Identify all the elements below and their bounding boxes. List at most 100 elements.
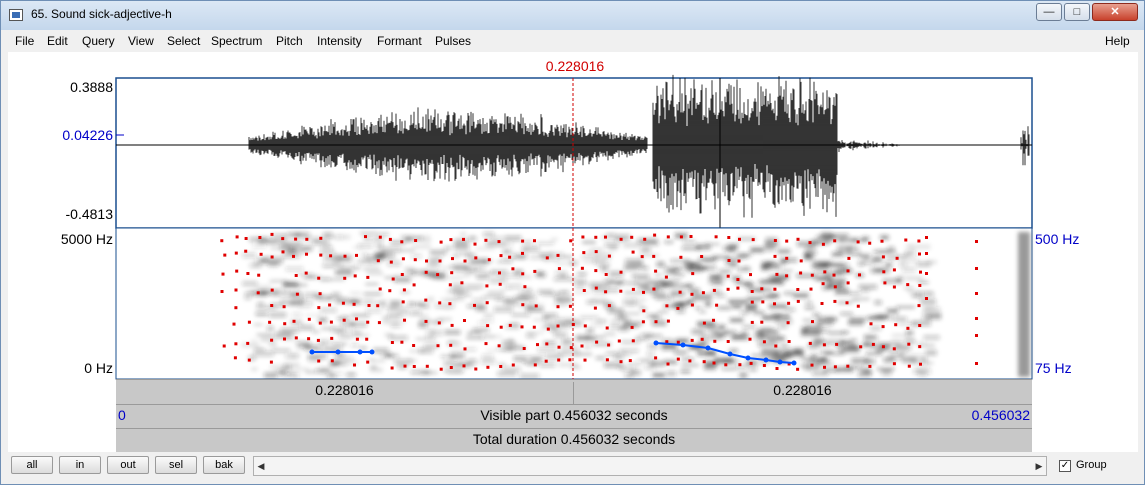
spectrogram-cell <box>583 344 592 349</box>
spectrogram-cell <box>851 298 861 301</box>
spectrogram-cell <box>576 336 596 341</box>
formant-dot <box>787 301 791 305</box>
formant-dot <box>604 290 608 294</box>
spectrogram-cell <box>517 275 533 280</box>
menu-intensity[interactable]: Intensity <box>317 34 362 48</box>
total-duration-bar[interactable]: Total duration 0.456032 seconds <box>116 428 1032 452</box>
spectrogram-cell <box>617 280 624 286</box>
zoom-in-button[interactable]: in <box>59 456 101 474</box>
spectrogram-cell <box>712 281 723 285</box>
spectrogram-cell <box>589 282 609 288</box>
spectrogram-cell <box>428 260 439 267</box>
spectrogram-cell <box>753 311 765 315</box>
spectrogram-cell <box>784 292 794 295</box>
formant-dot <box>883 281 887 285</box>
formant-dot <box>676 340 680 344</box>
formant-dot <box>498 271 501 275</box>
menu-pulses[interactable]: Pulses <box>435 34 471 48</box>
visible-end-time: 0.456032 <box>971 407 1030 423</box>
formant-dot <box>652 287 656 291</box>
spectrogram-cell <box>740 311 749 315</box>
menu-file[interactable]: File <box>15 34 34 48</box>
formant-dot <box>400 240 404 244</box>
spectrogram-cell <box>312 330 320 334</box>
formant-dot <box>868 241 872 245</box>
spectrogram-cell <box>277 288 285 293</box>
zoom-all-button[interactable]: all <box>11 456 53 474</box>
formant-dot <box>508 255 512 259</box>
menu-help[interactable]: Help <box>1105 34 1130 48</box>
menu-select[interactable]: Select <box>167 34 200 48</box>
menu-formant[interactable]: Formant <box>377 34 422 48</box>
spectrogram-cell <box>830 234 849 237</box>
spectrogram-cell <box>729 318 744 323</box>
formant-dot <box>292 319 296 323</box>
pitch-point <box>309 349 315 355</box>
formant-dot <box>473 303 476 307</box>
menu-query[interactable]: Query <box>82 34 115 48</box>
formant-dot <box>642 290 645 294</box>
spectrogram-cell <box>845 252 861 256</box>
selection-time-bar[interactable]: 0.228016 0.228016 <box>116 379 1032 405</box>
zoom-out-button[interactable]: out <box>107 456 149 474</box>
spectrogram-cell <box>697 350 716 356</box>
title-bar[interactable]: 65. Sound sick-adjective-h — □ ✕ <box>1 1 1144 30</box>
zoom-back-button[interactable]: bak <box>203 456 245 474</box>
spectrogram-cell <box>866 352 883 355</box>
spectrogram-cell <box>468 269 477 276</box>
horizontal-scrollbar[interactable]: ◀ ▶ <box>253 456 1047 476</box>
spectrogram-cell <box>299 325 314 330</box>
formant-dot <box>712 361 716 365</box>
formant-dot <box>343 276 347 280</box>
formant-dot <box>833 299 837 303</box>
spectrogram-cell <box>881 369 892 376</box>
spectrogram-cell <box>497 371 517 377</box>
formant-dot <box>762 340 766 344</box>
spectrogram-cell <box>768 275 788 280</box>
formant-dot <box>534 304 538 308</box>
pitch-point <box>369 349 375 355</box>
zoom-selection-button[interactable]: sel <box>155 456 197 474</box>
formant-dot <box>244 237 248 240</box>
scroll-right-icon[interactable]: ▶ <box>1032 457 1046 475</box>
spectrogram-cell <box>886 308 898 313</box>
spectrogram-cell <box>370 367 383 373</box>
formant-dot <box>773 239 777 242</box>
scroll-left-icon[interactable]: ◀ <box>254 457 268 475</box>
formant-dot <box>775 272 779 276</box>
visible-part-bar[interactable]: 0 Visible part 0.456032 seconds 0.456032 <box>116 404 1032 428</box>
spectrogram-cell <box>351 314 370 317</box>
spectrogram-cell <box>561 339 572 345</box>
spectrogram-cell <box>620 317 631 323</box>
formant-dot <box>738 363 742 367</box>
formant-dot <box>532 325 536 329</box>
formant-dot <box>270 304 274 307</box>
close-button[interactable]: ✕ <box>1092 3 1138 21</box>
formant-dot <box>925 297 928 300</box>
formant-dot <box>653 233 657 237</box>
group-checkbox[interactable]: ✓ <box>1059 460 1071 472</box>
spectrogram-cell <box>331 292 341 298</box>
spectrogram-cell <box>651 292 667 298</box>
left-part-duration[interactable]: 0.228016 <box>116 382 574 405</box>
formant-dot <box>568 358 572 362</box>
menu-edit[interactable]: Edit <box>47 34 68 48</box>
spectrogram-cell <box>332 259 340 264</box>
menu-spectrum[interactable]: Spectrum <box>211 34 262 48</box>
formant-dot <box>676 306 680 310</box>
maximize-button[interactable]: □ <box>1064 3 1090 21</box>
menu-view[interactable]: View <box>128 34 154 48</box>
spectrogram-cell <box>472 298 485 303</box>
right-part-duration[interactable]: 0.228016 <box>574 382 1031 398</box>
spectrogram-cell <box>254 348 265 351</box>
spectrogram-cell <box>642 290 662 293</box>
spectrogram-cell <box>484 335 503 339</box>
spectrogram-cell <box>741 331 748 335</box>
spectrogram-cell <box>681 363 699 367</box>
formant-dot <box>868 364 872 368</box>
formant-dot <box>521 272 525 276</box>
spectrogram-cell <box>872 256 883 263</box>
minimize-button[interactable]: — <box>1036 3 1062 21</box>
menu-pitch[interactable]: Pitch <box>276 34 303 48</box>
spectrogram-cell <box>762 316 779 321</box>
